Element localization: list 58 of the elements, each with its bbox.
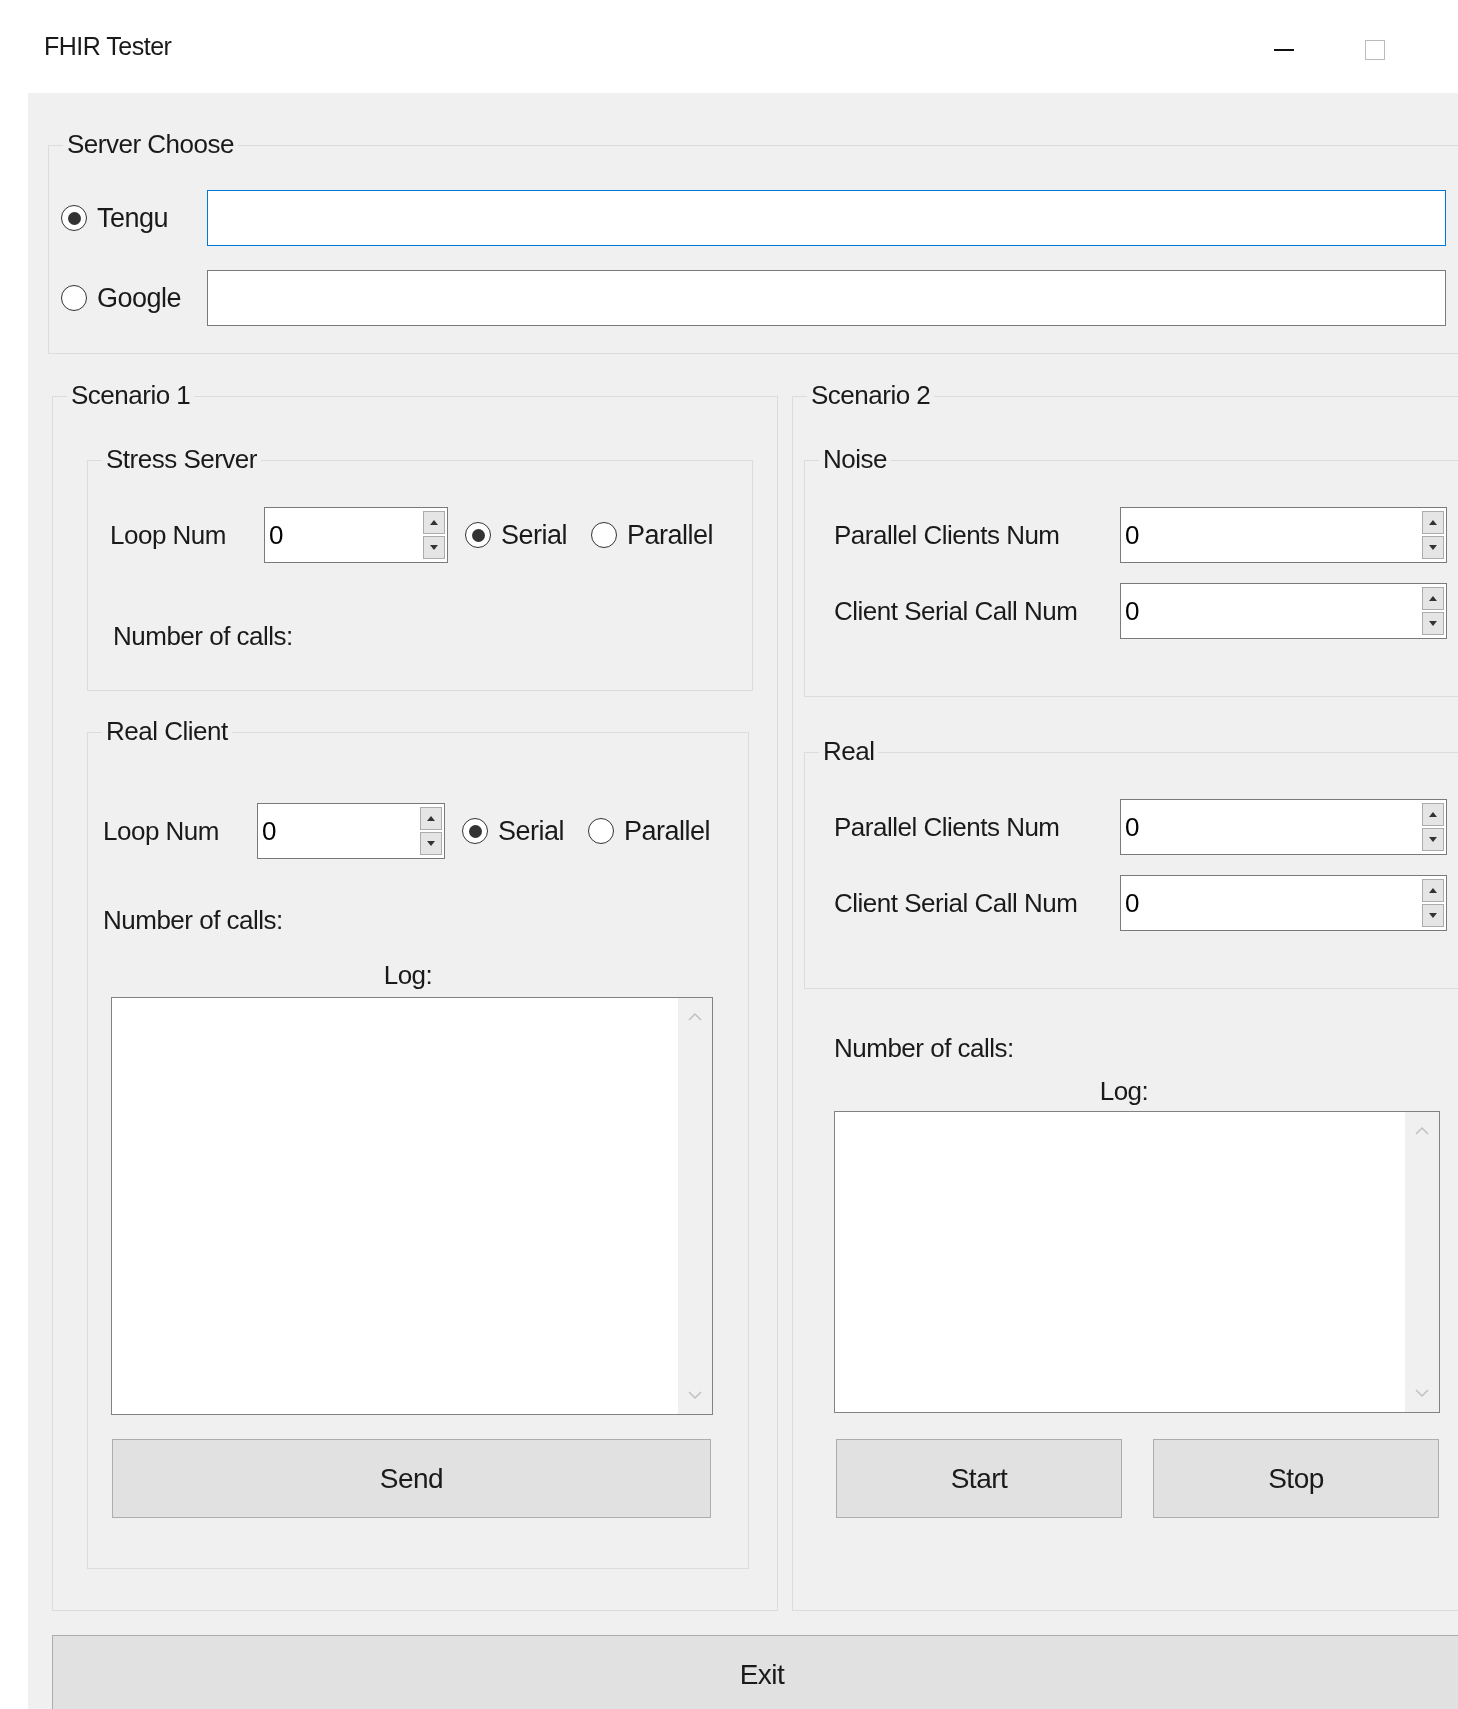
radio-circle-icon[interactable] bbox=[588, 818, 615, 844]
server-url-field[interactable] bbox=[207, 190, 1446, 246]
number-field[interactable]: 0 bbox=[265, 508, 421, 562]
stop-button[interactable]: Stop bbox=[1153, 1439, 1439, 1518]
radio-circle-icon[interactable] bbox=[591, 522, 618, 548]
spin-down-button[interactable] bbox=[423, 536, 445, 559]
spin-up-button[interactable] bbox=[420, 807, 442, 830]
down-triangle-icon bbox=[1429, 837, 1437, 842]
up-triangle-icon bbox=[427, 816, 435, 821]
log-label: Log: bbox=[383, 960, 433, 991]
spin-down-button[interactable] bbox=[420, 832, 442, 855]
spinner-control[interactable]: 0 bbox=[264, 507, 448, 563]
field-label: Number of calls: bbox=[113, 620, 293, 652]
radio-button[interactable]: Parallel bbox=[588, 815, 711, 847]
down-triangle-icon bbox=[430, 545, 438, 550]
radio-circle-icon[interactable] bbox=[462, 818, 488, 844]
field-label: Loop Num bbox=[103, 815, 220, 847]
radio-button[interactable]: Serial bbox=[465, 519, 568, 551]
radio-button[interactable]: Parallel bbox=[591, 519, 714, 551]
spin-down-button[interactable] bbox=[1422, 904, 1444, 927]
spin-up-button[interactable] bbox=[1422, 587, 1444, 610]
up-triangle-icon bbox=[1429, 596, 1437, 601]
spin-up-button[interactable] bbox=[423, 511, 445, 534]
start-button[interactable]: Start bbox=[836, 1439, 1122, 1518]
spinner-control[interactable]: 0 bbox=[257, 803, 445, 859]
log-label: Log: bbox=[1099, 1076, 1149, 1107]
radio-circle-icon[interactable] bbox=[61, 285, 87, 311]
window-title: FHIR Tester bbox=[44, 32, 172, 61]
spin-down-button[interactable] bbox=[1422, 828, 1444, 851]
down-triangle-icon bbox=[1429, 913, 1437, 918]
radio-circle-icon[interactable] bbox=[61, 205, 87, 231]
field-label: Loop Num bbox=[110, 519, 227, 551]
send-button[interactable]: Send bbox=[112, 1439, 711, 1518]
radio-button[interactable]: Tengu bbox=[61, 202, 169, 234]
number-field[interactable]: 0 bbox=[258, 804, 418, 858]
field-label: Number of calls: bbox=[834, 1032, 1014, 1064]
spin-down-button[interactable] bbox=[1422, 536, 1444, 559]
up-triangle-icon bbox=[1429, 520, 1437, 525]
field-label: Client Serial Call Num bbox=[834, 887, 1079, 919]
field-label: Number of calls: bbox=[103, 904, 283, 936]
spin-up-button[interactable] bbox=[1422, 803, 1444, 826]
spin-down-button[interactable] bbox=[1422, 612, 1444, 635]
down-triangle-icon bbox=[1429, 545, 1437, 550]
up-triangle-icon bbox=[430, 520, 438, 525]
radio-button[interactable]: Serial bbox=[462, 815, 565, 847]
down-triangle-icon bbox=[427, 841, 435, 846]
field-label: Client Serial Call Num bbox=[834, 595, 1079, 627]
spin-up-button[interactable] bbox=[1422, 511, 1444, 534]
spin-up-button[interactable] bbox=[1422, 879, 1444, 902]
exit-button[interactable]: Exit bbox=[52, 1635, 1458, 1709]
up-triangle-icon bbox=[1429, 812, 1437, 817]
server-url-field[interactable] bbox=[207, 270, 1446, 326]
field-label: Parallel Clients Num bbox=[834, 811, 1061, 843]
up-triangle-icon bbox=[1429, 888, 1437, 893]
field-label: Parallel Clients Num bbox=[834, 519, 1061, 551]
radio-button[interactable]: Google bbox=[61, 282, 182, 314]
down-triangle-icon bbox=[1429, 621, 1437, 626]
radio-circle-icon[interactable] bbox=[465, 522, 491, 548]
